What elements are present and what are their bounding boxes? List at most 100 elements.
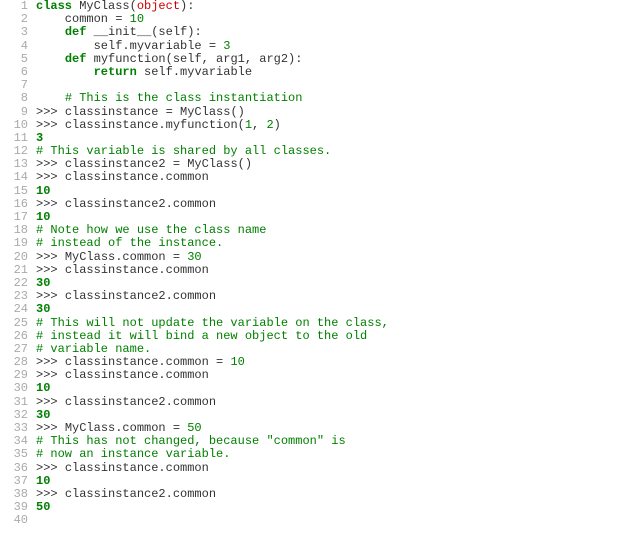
token-name: classinstance2.common xyxy=(65,395,216,409)
line-source: 50 xyxy=(36,501,641,514)
token-name: self.myvariable xyxy=(137,65,252,79)
token-cmt: # instead of the instance. xyxy=(36,236,223,250)
token-name: classinstance.common xyxy=(65,170,209,184)
code-listing: 1class MyClass(object):2 common = 103 de… xyxy=(0,0,641,528)
line-number: 35 xyxy=(0,448,36,461)
code-line: 6 return self.myvariable xyxy=(0,66,641,79)
line-source: >>> classinstance.myfunction(1, 2) xyxy=(36,119,641,132)
code-line: 40 xyxy=(0,514,641,527)
token-outnum: 30 xyxy=(36,276,50,290)
token-name: classinstance.common xyxy=(65,368,209,382)
line-number: 4 xyxy=(0,40,36,53)
token-prompt: >>> xyxy=(36,461,65,475)
token-kw: return xyxy=(94,65,137,79)
token-name: common = xyxy=(36,12,130,26)
token-outnum: 30 xyxy=(36,302,50,316)
line-number: 9 xyxy=(0,106,36,119)
token-name: MyClass.common = xyxy=(65,250,187,264)
token-outnum: 30 xyxy=(36,408,50,422)
token-cmt: # This variable is shared by all classes… xyxy=(36,144,331,158)
line-number: 14 xyxy=(0,171,36,184)
code-line: 36>>> classinstance.common xyxy=(0,462,641,475)
token-prompt: >>> xyxy=(36,487,65,501)
line-source: >>> classinstance.common xyxy=(36,369,641,382)
token-base: object xyxy=(137,0,180,13)
code-line: 16>>> classinstance2.common xyxy=(0,198,641,211)
line-number: 1 xyxy=(0,0,36,13)
token-prompt: >>> xyxy=(36,118,65,132)
token-name: myfunction(self, arg1, arg2): xyxy=(86,52,302,66)
token-name: classinstance2.common xyxy=(65,289,216,303)
code-line: 23>>> classinstance2.common xyxy=(0,290,641,303)
line-source: >>> classinstance.common xyxy=(36,462,641,475)
code-line: 31>>> classinstance2.common xyxy=(0,396,641,409)
code-line: 21>>> classinstance.common xyxy=(0,264,641,277)
token-numlit: 30 xyxy=(187,250,201,264)
token-name: , xyxy=(252,118,266,132)
token-name: MyClass.common = xyxy=(65,421,187,435)
token-outnum: 10 xyxy=(36,474,50,488)
token-outnum: 3 xyxy=(36,131,43,145)
token-kw: def xyxy=(65,25,87,39)
token-cmt: # This is the class instantiation xyxy=(65,91,303,105)
code-line: 3950 xyxy=(0,501,641,514)
token-name: ) xyxy=(274,118,281,132)
token-kw: class xyxy=(36,0,72,13)
code-line: 14>>> classinstance.common xyxy=(0,171,641,184)
line-number: 8 xyxy=(0,92,36,105)
line-source: >>> classinstance.common xyxy=(36,171,641,184)
token-name: classinstance = MyClass() xyxy=(65,105,245,119)
token-outnum: 10 xyxy=(36,184,50,198)
line-number: 37 xyxy=(0,475,36,488)
line-number: 40 xyxy=(0,514,36,527)
token-cmt: # This has not changed, because "common"… xyxy=(36,434,346,448)
token-prompt: >>> xyxy=(36,170,65,184)
token-name: MyClass( xyxy=(72,0,137,13)
token-name: classinstance.common xyxy=(65,263,209,277)
line-number: 15 xyxy=(0,185,36,198)
token-kw: def xyxy=(65,52,87,66)
token-outnum: 10 xyxy=(36,210,50,224)
token-numlit: 3 xyxy=(223,39,230,53)
token-cmt: # instead it will bind a new object to t… xyxy=(36,329,367,343)
line-number: 10 xyxy=(0,119,36,132)
token-name: classinstance.common = xyxy=(65,355,231,369)
token-name: classinstance.myfunction( xyxy=(65,118,245,132)
token-name: classinstance2.common xyxy=(65,487,216,501)
line-number: 36 xyxy=(0,462,36,475)
token-outnum: 10 xyxy=(36,381,50,395)
line-source: >>> classinstance.common xyxy=(36,264,641,277)
token-name: classinstance.common xyxy=(65,461,209,475)
token-name xyxy=(36,52,65,66)
line-number: 30 xyxy=(0,382,36,395)
token-numlit: 10 xyxy=(130,12,144,26)
line-number: 26 xyxy=(0,330,36,343)
code-line: 38>>> classinstance2.common xyxy=(0,488,641,501)
token-prompt: >>> xyxy=(36,105,65,119)
line-number: 5 xyxy=(0,53,36,66)
token-prompt: >>> xyxy=(36,263,65,277)
token-name xyxy=(36,65,94,79)
line-number: 19 xyxy=(0,237,36,250)
line-number: 2 xyxy=(0,13,36,26)
token-prompt: >>> xyxy=(36,368,65,382)
token-name: classinstance2 = MyClass() xyxy=(65,157,252,171)
token-name: self.myvariable = xyxy=(36,39,223,53)
line-source: >>> classinstance2.common xyxy=(36,198,641,211)
line-number: 6 xyxy=(0,66,36,79)
token-name xyxy=(36,25,65,39)
token-numlit: 2 xyxy=(266,118,273,132)
code-line: 29>>> classinstance.common xyxy=(0,369,641,382)
token-cmt: # variable name. xyxy=(36,342,151,356)
token-prompt: >>> xyxy=(36,421,65,435)
token-name xyxy=(36,91,65,105)
token-numlit: 10 xyxy=(230,355,244,369)
token-cmt: # now an instance variable. xyxy=(36,447,230,461)
line-number: 7 xyxy=(0,79,36,92)
token-prompt: >>> xyxy=(36,289,65,303)
line-source: >>> classinstance2.common xyxy=(36,290,641,303)
line-source xyxy=(36,514,641,527)
line-number: 20 xyxy=(0,251,36,264)
token-numlit: 50 xyxy=(187,421,201,435)
line-number: 24 xyxy=(0,303,36,316)
